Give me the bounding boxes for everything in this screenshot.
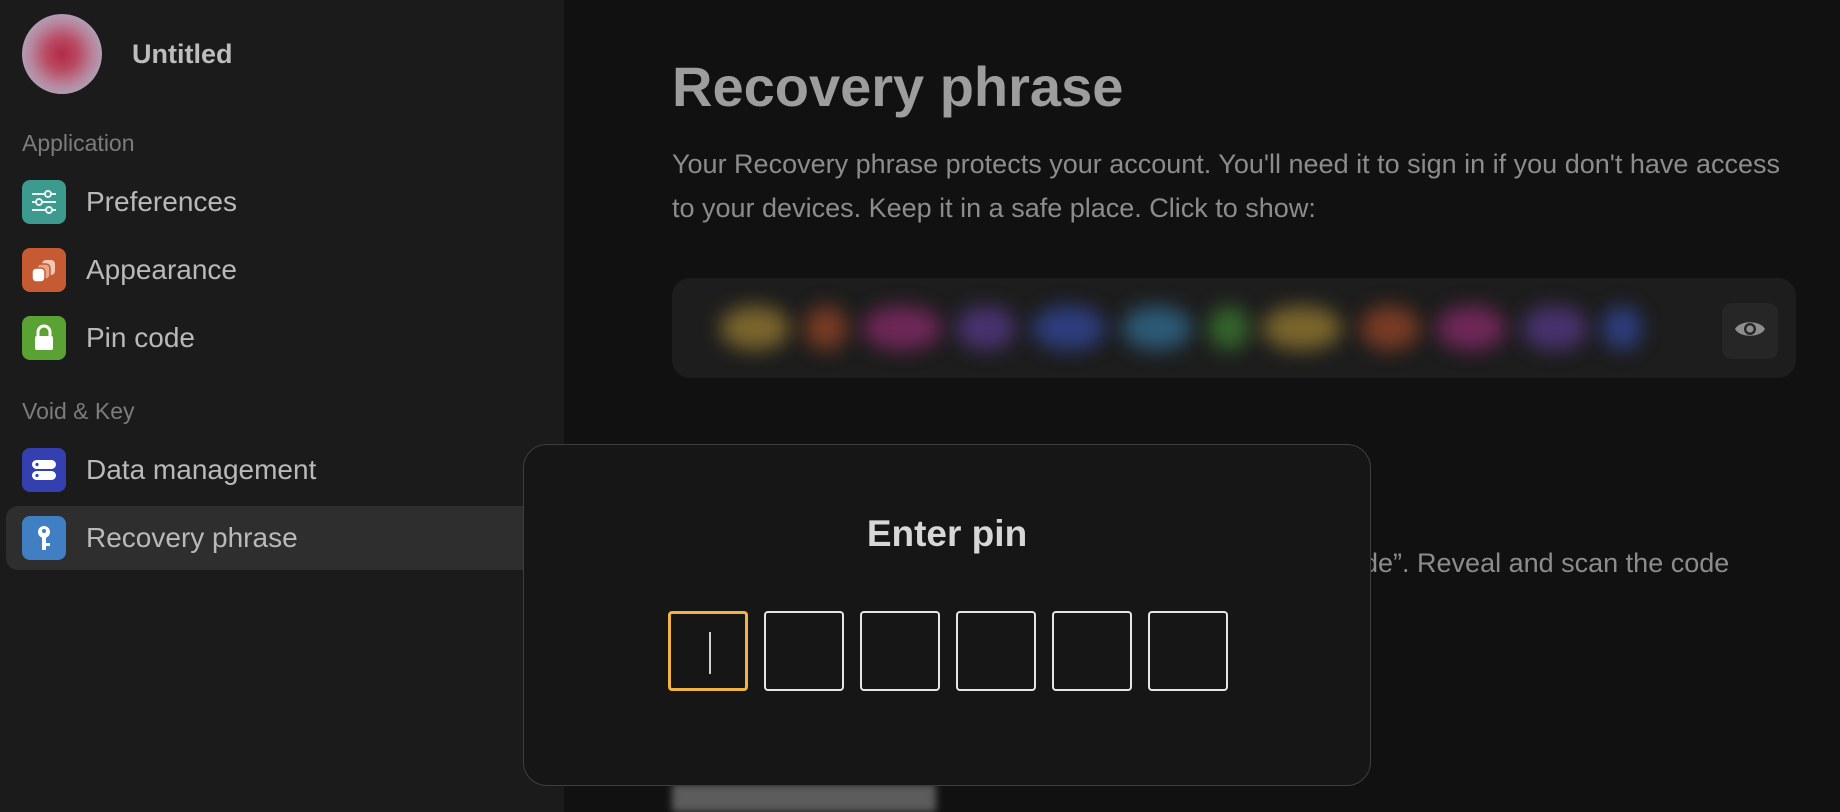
pin-modal: Enter pin — [523, 444, 1371, 786]
reveal-button[interactable] — [1722, 303, 1778, 359]
blurred-word — [1522, 306, 1588, 350]
sidebar-item-label: Pin code — [86, 322, 195, 353]
blurred-word — [804, 306, 848, 350]
blurred-qr-code[interactable] — [672, 784, 936, 812]
section-label-void-key: Void & Key — [22, 398, 135, 424]
sidebar-item-label: Preferences — [86, 186, 237, 217]
lock-icon — [22, 316, 66, 360]
blurred-word — [1032, 306, 1106, 350]
blurred-word — [1436, 306, 1506, 350]
avatar[interactable] — [22, 14, 102, 94]
page-title: Recovery phrase — [672, 55, 1124, 118]
sidebar-item-recovery-phrase[interactable]: Recovery phrase — [6, 506, 566, 570]
pin-digit-input[interactable] — [668, 611, 748, 691]
profile[interactable]: Untitled — [22, 14, 233, 94]
sidebar-item-pin-code[interactable]: Pin code — [6, 306, 566, 370]
blurred-word — [1208, 306, 1250, 350]
sidebar-item-label: Recovery phrase — [86, 522, 298, 553]
blurred-word — [1360, 306, 1420, 350]
pin-digit-input[interactable] — [1148, 611, 1228, 691]
blurred-word — [1262, 306, 1342, 350]
key-icon — [22, 516, 66, 560]
blurred-word — [862, 306, 942, 350]
partially-hidden-text: ode”. Reveal and scan the code — [1348, 548, 1730, 578]
pin-digit-input[interactable] — [764, 611, 844, 691]
sidebar-item-appearance[interactable]: Appearance — [6, 238, 566, 302]
pin-digit-input[interactable] — [956, 611, 1036, 691]
recovery-phrase-box[interactable] — [672, 278, 1796, 378]
blurred-word — [1122, 306, 1192, 350]
sliders-icon — [22, 180, 66, 224]
blurred-word — [956, 306, 1016, 350]
sidebar-item-label: Appearance — [86, 254, 238, 285]
modal-title: Enter pin — [866, 513, 1028, 554]
sidebar-item-data-management[interactable]: Data management — [6, 438, 566, 502]
layers-icon — [22, 248, 66, 292]
section-label-application: Application — [22, 130, 135, 156]
sidebar-item-preferences[interactable]: Preferences — [6, 170, 566, 234]
pin-digit-input[interactable] — [1052, 611, 1132, 691]
pin-input-row — [668, 611, 1228, 691]
blurred-word — [720, 306, 790, 350]
eye-icon — [1733, 317, 1767, 346]
profile-name: Untitled — [132, 38, 233, 69]
page-description: Your Recovery phrase protects your accou… — [672, 149, 1780, 223]
database-icon — [22, 448, 66, 492]
pin-digit-input[interactable] — [860, 611, 940, 691]
blurred-word — [1602, 306, 1642, 350]
text-caret — [709, 632, 711, 674]
sidebar-item-label: Data management — [86, 454, 317, 485]
sidebar: Untitled Application Preferences Appeara… — [0, 0, 566, 812]
